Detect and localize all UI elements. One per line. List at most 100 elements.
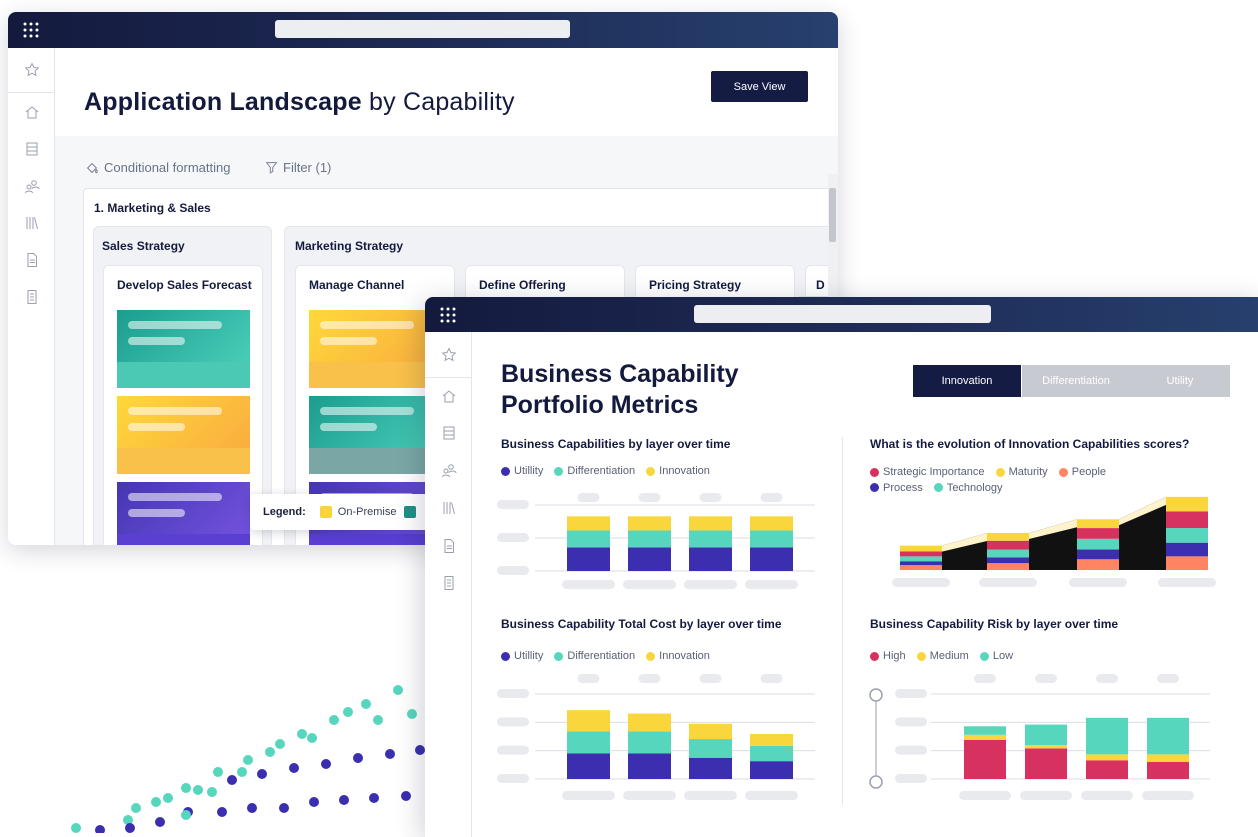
home-icon[interactable] <box>441 388 457 404</box>
bar-segment-utillity <box>689 757 732 779</box>
decorative-dot <box>373 715 383 725</box>
scrollbar-thumb[interactable] <box>829 188 836 242</box>
y-tick-label <box>497 689 529 698</box>
decorative-dot <box>307 733 317 743</box>
y-tick-label <box>497 566 529 575</box>
bar-segment-medium <box>1086 754 1128 761</box>
range-slider-handle-top[interactable] <box>869 688 883 702</box>
decorative-dot <box>393 685 403 695</box>
group-title: Marketing Strategy <box>295 239 404 253</box>
data-label <box>760 493 783 502</box>
tab-differentiation[interactable]: Differentiation <box>1022 365 1130 397</box>
panel-title-risk: Business Capability Risk by layer over t… <box>870 617 1119 631</box>
application-tile[interactable] <box>309 396 442 474</box>
decorative-dot <box>369 793 379 803</box>
table-icon[interactable] <box>24 141 40 157</box>
legend-risk: High Medium Low <box>870 649 1021 665</box>
decorative-dot <box>163 793 173 803</box>
panel-title-total-cost: Business Capability Total Cost by layer … <box>501 617 782 631</box>
application-tile[interactable] <box>117 310 250 388</box>
bar-segment-utillity <box>567 547 610 571</box>
app-grid-icon[interactable] <box>440 307 456 323</box>
x-tick-label <box>745 791 798 800</box>
decorative-dot <box>181 783 191 793</box>
report-icon[interactable] <box>24 289 40 305</box>
bar-segment-differentiation <box>689 739 732 758</box>
people-icon[interactable] <box>441 462 457 478</box>
paint-bucket-icon <box>86 162 98 173</box>
bar-segment-differentiation <box>567 731 610 754</box>
application-tile[interactable] <box>117 396 250 474</box>
legend-swatch-on-premise <box>319 506 332 518</box>
data-label <box>1096 674 1118 683</box>
document-icon[interactable] <box>441 538 457 554</box>
data-label <box>1157 674 1179 683</box>
report-icon[interactable] <box>441 575 457 591</box>
bar-segment-innovation <box>689 516 732 531</box>
bar-segment-differentiation <box>628 731 671 754</box>
library-icon[interactable] <box>24 215 40 231</box>
group-title: Sales Strategy <box>102 239 185 253</box>
capability-title: Manage Channel <box>309 278 405 292</box>
bar-segment-high <box>964 739 1006 779</box>
legend-item-on-premise: On-Premise <box>337 506 397 518</box>
bar-segment-high <box>1086 760 1128 779</box>
address-bar[interactable] <box>275 20 570 38</box>
save-view-button[interactable]: Save View <box>711 71 808 102</box>
legend-swatch-teal <box>404 506 417 518</box>
application-tile[interactable] <box>309 310 442 388</box>
decorative-dot <box>309 797 319 807</box>
chart-innovation-scores <box>892 496 1216 587</box>
filter-button[interactable]: Filter (1) <box>265 160 331 175</box>
decorative-dot <box>385 749 395 759</box>
tab-innovation[interactable]: Innovation <box>913 365 1021 397</box>
decorative-dot <box>155 817 165 827</box>
application-tile[interactable] <box>117 482 250 545</box>
star-icon[interactable] <box>441 347 457 363</box>
decorative-dot <box>125 823 135 833</box>
bar-segment-innovation <box>567 710 610 732</box>
sidebar <box>8 48 55 545</box>
decorative-dot <box>217 807 227 817</box>
bar-segment-differentiation <box>750 745 793 762</box>
x-tick-label <box>745 580 798 589</box>
y-tick-label <box>895 717 927 727</box>
bar-segment-process <box>900 561 942 566</box>
bar-segment-utillity <box>750 761 793 779</box>
app-grid-icon[interactable] <box>23 22 39 38</box>
library-icon[interactable] <box>441 500 457 516</box>
bar-segment-maturity <box>987 532 1029 541</box>
bar-segment-innovation <box>567 516 610 531</box>
legend-popover: Legend: On-Premise <box>250 494 450 530</box>
chart-risk <box>869 674 1210 800</box>
bar-segment-people <box>900 565 942 570</box>
document-icon[interactable] <box>24 252 40 268</box>
bar-segment-technology <box>987 549 1029 558</box>
legend-total-cost: Utillity Differentiation Innovation <box>501 649 718 665</box>
decorative-dot <box>415 745 425 755</box>
y-tick-label <box>895 774 927 783</box>
bar-segment-high <box>1147 762 1189 779</box>
conditional-formatting-button[interactable]: Conditional formatting <box>85 160 230 175</box>
bar-segment-medium <box>1147 754 1189 762</box>
address-bar[interactable] <box>694 305 991 323</box>
tab-utility[interactable]: Utility <box>1130 365 1230 397</box>
bar-segment-maturity <box>900 545 942 552</box>
range-slider-handle-bottom[interactable] <box>869 775 883 789</box>
bar-segment-strategic-importance <box>1077 528 1119 539</box>
capability-title: Develop Sales Forecast <box>117 278 252 292</box>
y-tick-label <box>895 745 927 755</box>
bar-segment-strategic-importance <box>1166 511 1208 529</box>
bar-segment-maturity <box>1077 519 1119 529</box>
title-bar <box>8 12 838 48</box>
capability-card[interactable]: Develop Sales Forecast <box>103 265 263 545</box>
people-icon[interactable] <box>24 178 40 194</box>
home-icon[interactable] <box>24 104 40 120</box>
bar-segment-people <box>987 563 1029 570</box>
decorative-dot <box>343 707 353 717</box>
bar-segment-utillity <box>628 753 671 779</box>
table-icon[interactable] <box>441 425 457 441</box>
bar-segment-technology <box>1077 538 1119 550</box>
star-icon[interactable] <box>24 62 40 78</box>
filter-icon <box>265 162 278 174</box>
